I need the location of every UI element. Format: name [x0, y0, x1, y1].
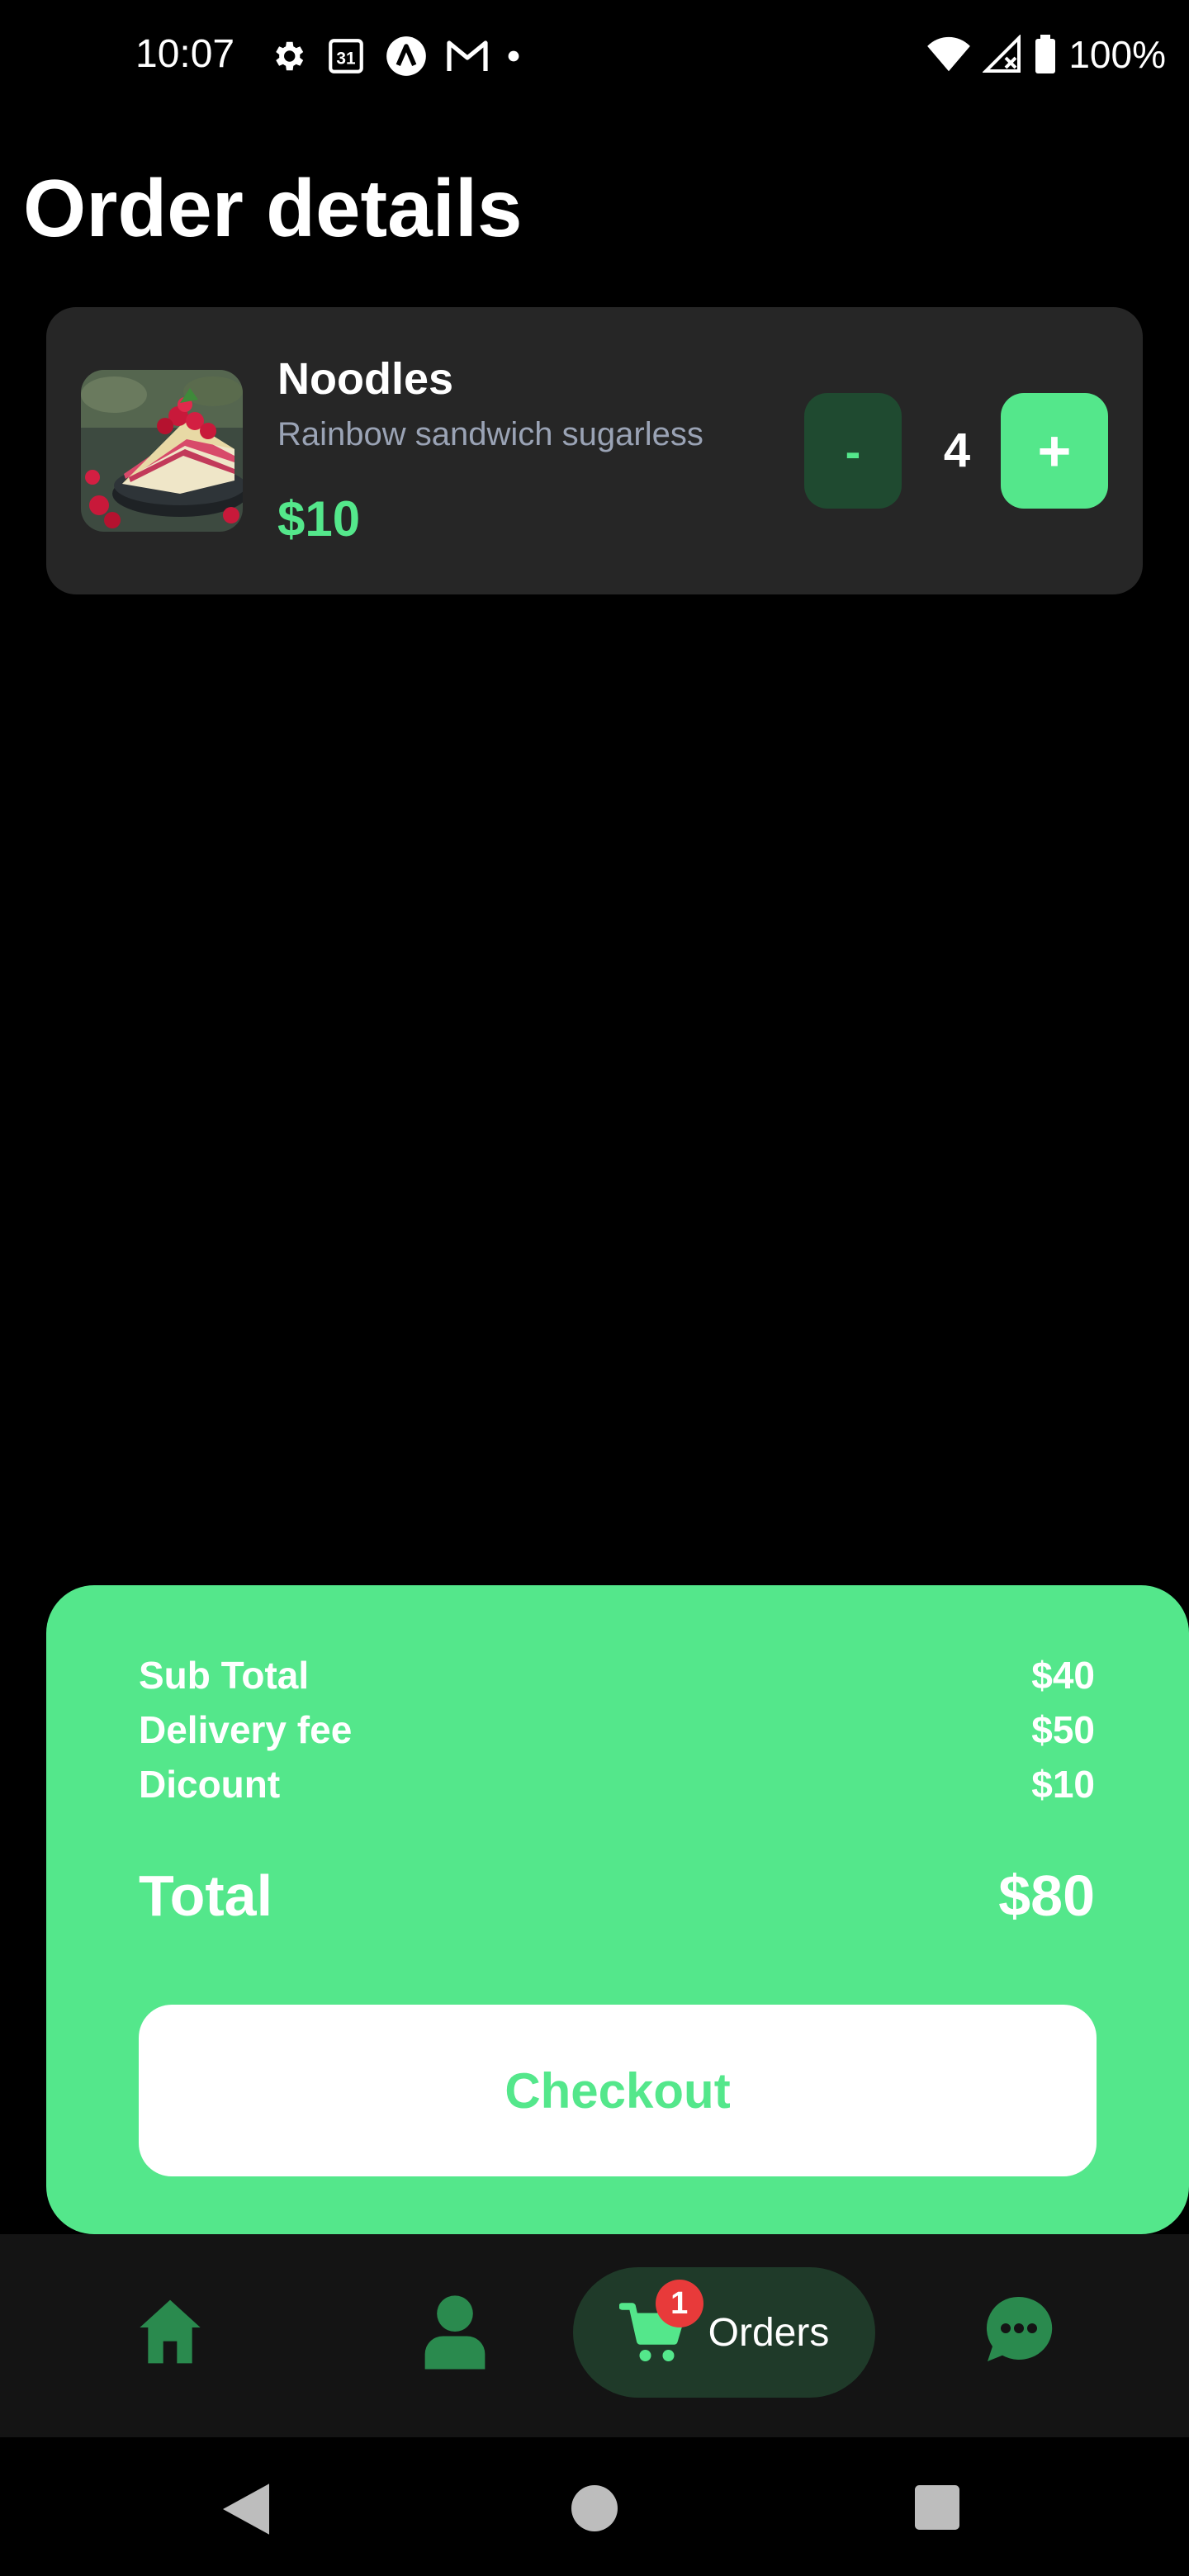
total-row: Total $80	[139, 1863, 1095, 1929]
battery-percentage: 100%	[1068, 33, 1166, 76]
delivery-fee-label: Delivery fee	[139, 1708, 353, 1751]
item-name: Noodles	[277, 354, 454, 404]
notification-icons: 31	[269, 33, 520, 79]
signal-icon	[983, 35, 1021, 73]
nav-orders-label: Orders	[708, 2310, 830, 2355]
nav-profile[interactable]	[410, 2289, 500, 2375]
status-bar: 10:07 31 100%	[0, 0, 1189, 112]
total-label: Total	[139, 1863, 273, 1928]
page-title: Order details	[23, 163, 523, 253]
recents-icon[interactable]	[915, 2485, 959, 2530]
discount-row: Dicount $10	[139, 1762, 1095, 1807]
wifi-icon	[927, 36, 971, 72]
battery-icon	[1035, 35, 1056, 73]
checkout-button[interactable]: Checkout	[139, 2005, 1097, 2176]
item-price: $10	[277, 491, 361, 547]
gmail-icon	[447, 40, 488, 71]
person-icon	[424, 2295, 486, 2370]
nav-home[interactable]	[124, 2290, 216, 2373]
item-image	[81, 370, 243, 532]
subtotal-row: Sub Total $40	[139, 1653, 1095, 1698]
system-navigation-bar	[0, 2437, 1189, 2576]
decrease-quantity-button[interactable]: -	[804, 393, 902, 509]
back-icon[interactable]	[223, 2484, 269, 2535]
discount-value: $10	[1031, 1763, 1095, 1806]
quantity-value: 4	[943, 424, 971, 477]
delivery-fee-value: $50	[1031, 1708, 1095, 1751]
gear-icon	[276, 41, 304, 71]
a-circle-icon	[386, 36, 426, 76]
system-status-icons: 100%	[926, 30, 1166, 79]
nav-chat[interactable]	[978, 2289, 1060, 2371]
home-circle-icon[interactable]	[571, 2485, 618, 2531]
increase-quantity-button[interactable]: +	[1001, 393, 1108, 509]
cart-count-badge: 1	[655, 2280, 703, 2327]
cart-icon-wrap: 1	[618, 2280, 703, 2367]
chat-icon	[986, 2296, 1053, 2361]
nav-orders[interactable]: 1 Orders	[573, 2267, 875, 2398]
subtotal-label: Sub Total	[139, 1654, 310, 1697]
order-item-card[interactable]: Noodles Rainbow sandwich sugarless $10 -…	[46, 307, 1143, 594]
order-summary-panel: Sub Total $40 Delivery fee $50 Dicount $…	[46, 1585, 1189, 2234]
delivery-fee-row: Delivery fee $50	[139, 1707, 1095, 1752]
home-icon	[140, 2299, 201, 2364]
bottom-navigation: 1 Orders	[0, 2234, 1189, 2437]
item-description: Rainbow sandwich sugarless	[277, 416, 703, 452]
calendar-icon: 31	[329, 39, 363, 73]
discount-label: Dicount	[139, 1763, 281, 1806]
dot-icon	[508, 50, 519, 62]
subtotal-value: $40	[1031, 1654, 1095, 1697]
status-time: 10:07	[135, 32, 235, 76]
svg-text:31: 31	[336, 49, 355, 68]
total-value: $80	[998, 1863, 1095, 1928]
